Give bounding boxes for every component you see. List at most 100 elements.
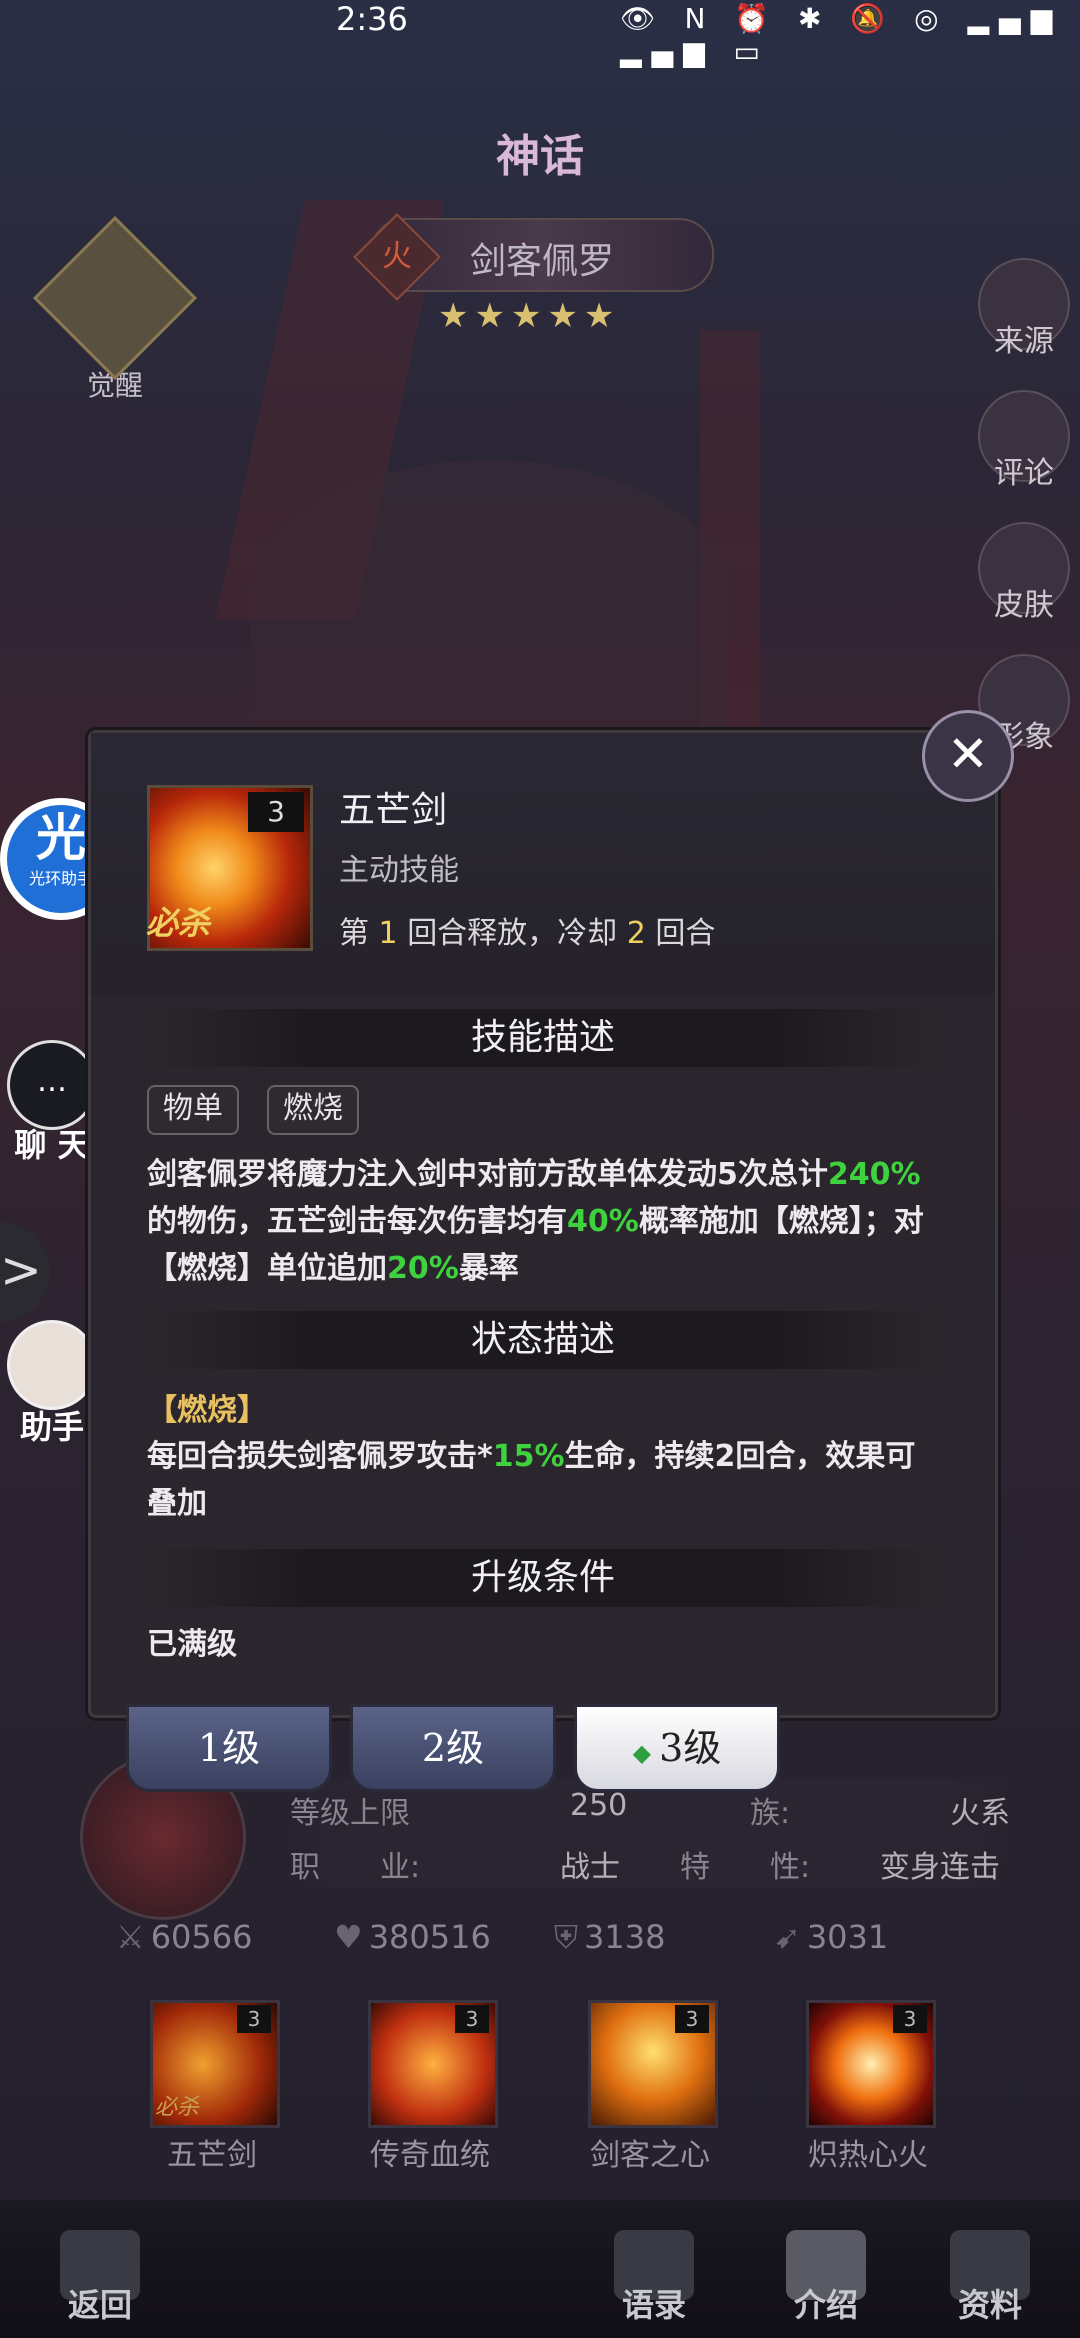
class-label: 职 业: [290, 1850, 421, 1885]
helper-label: 助手 [19, 1408, 84, 1446]
gem-icon: ◆ [632, 1739, 652, 1767]
desc-text: 的物伤，五芒剑击每次伤害均有 [147, 1204, 567, 1239]
skill-level-badge: 3 [455, 2005, 489, 2033]
source-label: 来源 [994, 324, 1054, 359]
ultimate-badge: 必杀 [155, 2095, 200, 2120]
status-text: 每回合损失剑客佩罗攻击* [147, 1439, 493, 1474]
awaken-emblem-icon [32, 215, 198, 381]
chat-button[interactable]: … 聊 天 [6, 1040, 98, 1166]
chat-label: 聊 天 [14, 1126, 90, 1164]
desc-highlight: 240% [827, 1157, 921, 1192]
stat-speed: ➹ 3031 [774, 1918, 888, 1956]
status-highlight: 15% [492, 1439, 565, 1474]
skill-name: 五芒剑 [339, 790, 448, 831]
hp-value: 380516 [368, 1918, 491, 1956]
cd-suffix: 回合 [655, 916, 716, 951]
source-button[interactable]: 来源 [976, 258, 1072, 360]
nav-intro[interactable]: 介绍 [756, 2230, 896, 2326]
tab-level-2[interactable]: 2级 [350, 1704, 556, 1792]
tab-label: 1级 [197, 1726, 261, 1770]
skill-slot-label: 传奇血统 [370, 2138, 490, 2173]
section-upgrade-condition: 升级条件 [151, 1549, 935, 1607]
tab-level-1[interactable]: 1级 [126, 1704, 332, 1792]
helper-avatar-icon [7, 1320, 97, 1410]
nav-quotes[interactable]: 语录 [584, 2230, 724, 2326]
tab-level-3[interactable]: ◆ 3级 [574, 1704, 780, 1792]
race-label: 族: [750, 1796, 791, 1831]
tab-label: 3级 [659, 1726, 722, 1770]
stat-attack: ⚔ 60566 [116, 1918, 252, 1956]
cd-round: 1 [378, 916, 398, 951]
skill-slot-label: 炽热心火 [808, 2138, 928, 2173]
status-bar: 2:36 👁 N ⏰ ✱ 🔕 ◎ ▂▄▆ ▂▄▆ ▭ [0, 0, 1080, 68]
skin-button[interactable]: 皮肤 [976, 522, 1072, 624]
speed-value: 3031 [806, 1918, 889, 1956]
skill-detail-panel: 3 必杀 五芒剑 主动技能 第 1 回合释放，冷却 2 回合 技能描述 物单 燃… [88, 730, 998, 1718]
status-description: 每回合损失剑客佩罗攻击*15%生命，持续2回合，效果可叠加 [147, 1433, 937, 1527]
status-icons: 👁 N ⏰ ✱ 🔕 ◎ ▂▄▆ ▂▄▆ ▭ [620, 2, 1063, 68]
status-time: 2:36 [336, 0, 408, 38]
attack-value: 60566 [150, 1918, 253, 1956]
skill-cooldown: 第 1 回合释放，冷却 2 回合 [339, 908, 715, 952]
hero-illustration [250, 460, 730, 740]
awaken-button[interactable]: 觉醒 [32, 215, 198, 404]
stat-hp: ♥ 380516 [334, 1918, 491, 1956]
nav-profile[interactable]: 资料 [920, 2230, 1060, 2326]
class-value: 战士 [560, 1850, 620, 1885]
trait-value: 变身连击 [880, 1850, 1000, 1885]
close-button[interactable]: ✕ [922, 710, 1014, 802]
desc-text: 暴率 [458, 1251, 519, 1286]
chevron-right-icon: > [0, 1241, 42, 1299]
speed-icon: ➹ [774, 1918, 801, 1956]
cd-mid: 回合释放，冷却 [407, 916, 618, 951]
heart-icon: ♥ [334, 1918, 363, 1956]
skill-description: 剑客佩罗将魔力注入剑中对前方敌单体发动5次总计240% 的物伤，五芒剑击每次伤害均… [147, 1151, 937, 1292]
skill-slot-3[interactable]: 3 [588, 2000, 718, 2128]
skill-slot-label: 五芒剑 [167, 2138, 257, 2173]
info-row-class: 职 业: 战士 特 性: 变身连击 [280, 1832, 1020, 1888]
skill-level-badge: 3 [675, 2005, 709, 2033]
hero-name: 剑客佩罗 [469, 241, 614, 282]
level-cap-label: 等级上限 [290, 1796, 410, 1831]
skill-tag: 物单 [147, 1085, 239, 1135]
close-icon: ✕ [947, 725, 989, 783]
cd-prefix: 第 [339, 916, 369, 951]
hero-name-plate: 火 剑客佩罗 [353, 213, 714, 301]
expand-handle[interactable]: > [0, 1222, 50, 1322]
defense-value: 3138 [584, 1918, 666, 1956]
skill-slot-4[interactable]: 3 [806, 2000, 936, 2128]
skill-level-badge: 3 [248, 792, 304, 832]
status-name: 【燃烧】 [147, 1393, 267, 1428]
star-rating: ★★★★★ [438, 296, 621, 336]
nav-label: 语录 [621, 2286, 686, 2324]
rarity-badge: 神话 [496, 131, 584, 182]
level-cap-value: 250 [570, 1788, 628, 1823]
skill-tag: 燃烧 [267, 1085, 359, 1135]
cd-value: 2 [626, 916, 646, 951]
section-status-description: 状态描述 [151, 1311, 935, 1369]
desc-highlight: 20% [387, 1251, 459, 1286]
comment-button[interactable]: 评论 [976, 390, 1072, 492]
race-value: 火系 [950, 1796, 1010, 1831]
comment-label: 评论 [994, 456, 1054, 491]
helper-button[interactable]: 助手 [6, 1320, 98, 1448]
desc-highlight: 40% [567, 1204, 639, 1239]
shield-icon: ⛨ [554, 1918, 579, 1956]
nav-label: 返回 [67, 2286, 132, 2324]
attack-icon: ⚔ [116, 1918, 145, 1956]
ultimate-badge: 必杀 [146, 904, 211, 942]
skill-level-badge: 3 [237, 2005, 271, 2033]
section-skill-description: 技能描述 [151, 1009, 935, 1067]
nav-back[interactable]: 返回 [30, 2230, 170, 2326]
skill-icon: 3 必杀 [146, 785, 313, 951]
skin-label: 皮肤 [994, 588, 1054, 623]
trait-label: 特 性: [680, 1850, 811, 1885]
nav-label: 资料 [957, 2286, 1022, 2324]
stat-defense: ⛨ 3138 [554, 1918, 665, 1957]
skill-slot-1[interactable]: 3 必杀 [150, 2000, 280, 2128]
skill-slot-2[interactable]: 3 [368, 2000, 498, 2128]
chat-icon: … [7, 1040, 97, 1130]
nav-label: 介绍 [793, 2286, 858, 2324]
desc-text: 剑客佩罗将魔力注入剑中对前方敌单体发动5次总计 [147, 1157, 828, 1192]
skill-type: 主动技能 [339, 853, 459, 888]
